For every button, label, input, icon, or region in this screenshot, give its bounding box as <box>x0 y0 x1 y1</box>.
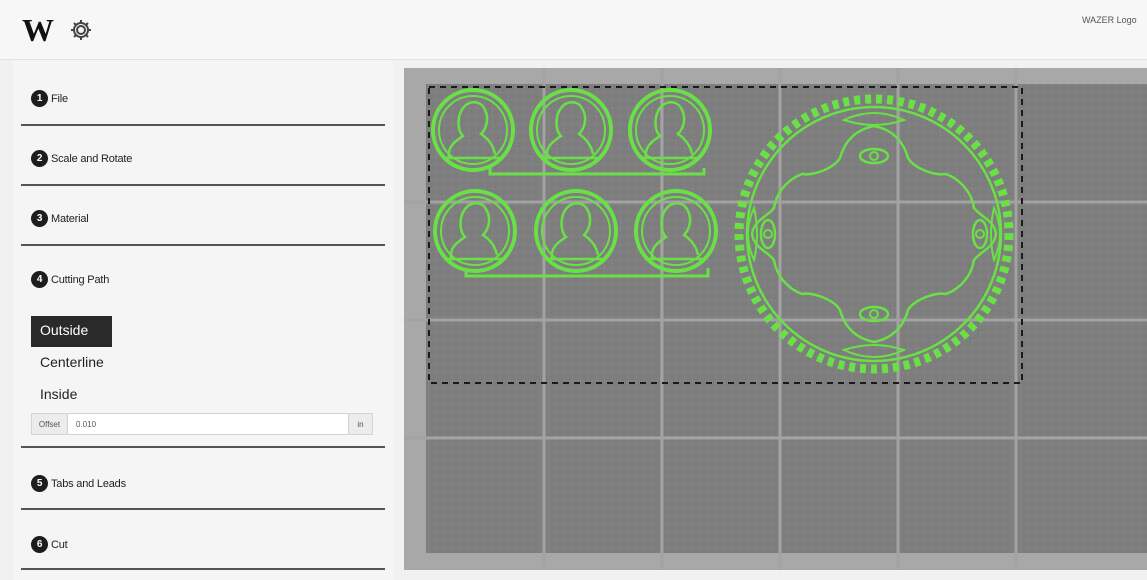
section-label: Cutting Path <box>51 273 110 286</box>
step-number: 3 <box>31 210 48 227</box>
step-number: 6 <box>31 536 48 553</box>
sidebar: 1 File 2 Scale and Rotate 3 Material 4 C… <box>13 60 393 580</box>
cutting-workspace[interactable] <box>404 68 1147 570</box>
section-material[interactable]: 3 Material <box>21 186 385 246</box>
section-label: Cut <box>51 538 68 551</box>
section-cutting-path-title[interactable]: 4 Cutting Path <box>31 271 109 288</box>
section-tabs-leads[interactable]: 5 Tabs and Leads <box>21 448 385 510</box>
section-file[interactable]: 1 File <box>21 66 385 126</box>
top-bar: W WAZER Logo <box>0 0 1147 60</box>
user-label[interactable]: WAZER Logo <box>1082 15 1147 25</box>
wazer-logo[interactable]: W <box>22 14 54 46</box>
section-cut[interactable]: 6 Cut <box>21 510 385 570</box>
step-number: 2 <box>31 150 48 167</box>
step-number: 4 <box>31 271 48 288</box>
workspace-canvas <box>404 68 1147 570</box>
option-outside[interactable]: Outside <box>31 316 112 347</box>
section-label: Tabs and Leads <box>51 477 126 490</box>
offset-unit: in <box>348 414 372 434</box>
option-centerline[interactable]: Centerline <box>40 354 104 370</box>
section-cut-title: 6 Cut <box>31 536 68 553</box>
section-material-title: 3 Material <box>31 210 89 227</box>
option-inside[interactable]: Inside <box>40 386 77 402</box>
section-label: Material <box>51 212 89 225</box>
section-scale-rotate[interactable]: 2 Scale and Rotate <box>21 126 385 186</box>
offset-field: Offset in <box>31 413 373 435</box>
section-scale-rotate-title: 2 Scale and Rotate <box>31 150 132 167</box>
offset-label: Offset <box>32 414 68 434</box>
section-file-title: 1 File <box>31 90 68 107</box>
step-number: 1 <box>31 90 48 107</box>
gear-icon[interactable] <box>68 17 94 43</box>
step-number: 5 <box>31 475 48 492</box>
section-label: Scale and Rotate <box>51 152 133 165</box>
offset-input[interactable] <box>70 415 346 433</box>
section-tabs-leads-title: 5 Tabs and Leads <box>31 475 126 492</box>
section-label: File <box>51 92 68 105</box>
